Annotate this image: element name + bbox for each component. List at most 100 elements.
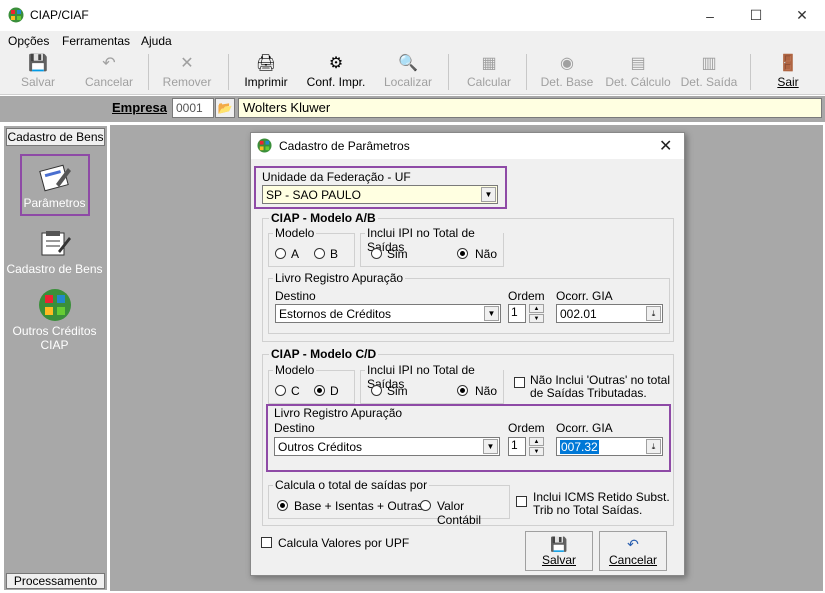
menu-ajuda[interactable]: Ajuda bbox=[141, 34, 172, 48]
radio-ab-ipi-nao[interactable] bbox=[457, 248, 468, 259]
sidebar-item-cadastro-bens[interactable]: Cadastro de Bens bbox=[4, 226, 105, 276]
company-code-field[interactable]: 0001 bbox=[172, 98, 214, 118]
ab-gia-field[interactable]: 002.01 ⤓ bbox=[556, 304, 663, 323]
menu-bar: Opções Ferramentas Ajuda bbox=[0, 31, 825, 50]
chevron-down-icon[interactable]: ▼ bbox=[484, 306, 499, 321]
parameters-icon bbox=[37, 160, 73, 194]
detail-base-icon: ◉ bbox=[560, 55, 574, 72]
uf-select[interactable]: SP - SAO PAULO ▼ bbox=[262, 185, 498, 204]
ciap-cd-group: CIAP - Modelo C/D Modelo C D Inclui IPI … bbox=[262, 347, 674, 527]
ciap-cd-title: CIAP - Modelo C/D bbox=[269, 347, 379, 361]
menu-ferramentas[interactable]: Ferramentas bbox=[62, 34, 130, 48]
radio-ab-ipi-sim[interactable] bbox=[371, 248, 382, 259]
undo-icon: ↶ bbox=[627, 535, 639, 552]
cd-ipi-group: Inclui IPI no Total de Saídas Sim Não bbox=[360, 363, 504, 404]
nao-inclui-outras-checkbox[interactable] bbox=[514, 377, 525, 388]
chevron-down-icon[interactable]: ▼ bbox=[481, 187, 496, 202]
lookup-arrow-icon[interactable]: ⤓ bbox=[646, 306, 661, 321]
radio-cd-ipi-sim[interactable] bbox=[371, 385, 382, 396]
ab-ordem-stepper[interactable]: ▲ ▼ bbox=[529, 304, 544, 323]
toolbar-separator bbox=[148, 54, 149, 90]
detail-base-toolbar-button[interactable]: ◉ Det. Base bbox=[536, 53, 598, 93]
app-logo-icon bbox=[8, 7, 24, 23]
cancel-toolbar-button[interactable]: ↶ Cancelar bbox=[78, 53, 140, 93]
print-config-toolbar-button[interactable]: ⚙ Conf. Impr. bbox=[302, 53, 370, 93]
radio-modelo-a[interactable] bbox=[275, 248, 286, 259]
folder-icon: 📂 bbox=[217, 101, 233, 115]
open-folder-button[interactable]: 📂 bbox=[215, 98, 235, 118]
cd-modelo-group: Modelo C D bbox=[268, 363, 355, 404]
radio-cd-ipi-nao[interactable] bbox=[457, 385, 468, 396]
remove-icon: ✕ bbox=[180, 55, 194, 72]
ciap-ab-title: CIAP - Modelo A/B bbox=[269, 211, 378, 225]
asset-register-icon bbox=[37, 226, 73, 260]
save-toolbar-button[interactable]: 💾 Salvar bbox=[8, 53, 68, 93]
cd-gia-field[interactable]: 007.32 ⤓ bbox=[556, 437, 663, 456]
print-toolbar-button[interactable]: 🖨 Imprimir bbox=[238, 53, 294, 93]
uf-label: Unidade da Federação - UF bbox=[262, 170, 411, 184]
chevron-down-icon[interactable]: ▼ bbox=[483, 439, 498, 454]
ab-destino-select[interactable]: Estornos de Créditos ▼ bbox=[275, 304, 501, 323]
minimize-button[interactable]: – bbox=[687, 0, 733, 31]
find-toolbar-button[interactable]: 🔍 Localizar bbox=[378, 53, 438, 93]
inclui-icms-checkbox[interactable] bbox=[516, 496, 527, 507]
company-bar: Empresa 0001 📂 Wolters Kluwer bbox=[0, 96, 825, 122]
save-icon: 💾 bbox=[28, 55, 48, 72]
search-icon: 🔍 bbox=[398, 55, 418, 72]
detail-calc-toolbar-button[interactable]: ▤ Det. Cálculo bbox=[603, 53, 673, 93]
window-title-bar: CIAP/CIAF – ☐ ✕ bbox=[0, 0, 825, 31]
lookup-arrow-icon[interactable]: ⤓ bbox=[646, 439, 661, 454]
other-credits-icon bbox=[37, 288, 73, 322]
calculate-icon: ▦ bbox=[481, 55, 497, 72]
detail-calc-icon: ▤ bbox=[630, 55, 646, 72]
cd-ordem-input[interactable]: 1 bbox=[508, 437, 526, 456]
upf-checkbox[interactable] bbox=[261, 537, 272, 548]
dialog-save-button[interactable]: 💾 Salvar bbox=[525, 531, 593, 571]
menu-opcoes[interactable]: Opções bbox=[8, 34, 49, 48]
save-icon: 💾 bbox=[550, 535, 568, 552]
sidebar-item-parametros[interactable]: Parâmetros bbox=[4, 154, 105, 216]
radio-modelo-b[interactable] bbox=[314, 248, 325, 259]
ab-ordem-input[interactable]: 1 bbox=[508, 304, 526, 323]
detail-output-icon: ▥ bbox=[701, 55, 717, 72]
radio-base-isentas-outras[interactable] bbox=[277, 500, 288, 511]
spin-up-icon[interactable]: ▲ bbox=[529, 304, 544, 313]
sidebar-header[interactable]: Cadastro de Bens bbox=[6, 128, 105, 146]
dialog-title: Cadastro de Parâmetros bbox=[279, 139, 410, 153]
uf-highlight: Unidade da Federação - UF SP - SAO PAULO… bbox=[254, 166, 507, 209]
dialog-cancel-button[interactable]: ↶ Cancelar bbox=[599, 531, 667, 571]
cd-livro-highlight: Livro Registro Apuração Destino Outros C… bbox=[266, 404, 671, 472]
printer-icon: 🖨 bbox=[255, 55, 277, 72]
printer-config-icon: ⚙ bbox=[328, 55, 344, 72]
cd-destino-select[interactable]: Outros Créditos ▼ bbox=[274, 437, 500, 456]
detail-output-toolbar-button[interactable]: ▥ Det. Saída bbox=[678, 53, 740, 93]
exit-toolbar-button[interactable]: 🚪 Sair bbox=[760, 53, 816, 93]
radio-modelo-d[interactable] bbox=[314, 385, 325, 396]
radio-modelo-c[interactable] bbox=[275, 385, 286, 396]
sidebar: Cadastro de Bens Parâmetros Cadastro de … bbox=[3, 125, 108, 591]
close-window-button[interactable]: ✕ bbox=[779, 0, 825, 31]
toolbar-separator bbox=[526, 54, 527, 90]
cd-ordem-stepper[interactable]: ▲ ▼ bbox=[529, 437, 544, 456]
ab-ipi-group: Inclui IPI no Total de Saídas Sim Não bbox=[360, 226, 504, 267]
dialog-close-button[interactable]: ✕ bbox=[659, 136, 672, 156]
maximize-button[interactable]: ☐ bbox=[733, 0, 779, 31]
radio-valor-contabil[interactable] bbox=[420, 500, 431, 511]
calcula-group: Calcula o total de saídas por Base + Ise… bbox=[268, 478, 510, 527]
toolbar-separator bbox=[448, 54, 449, 90]
parametros-dialog: Cadastro de Parâmetros ✕ Unidade da Fede… bbox=[250, 132, 685, 576]
remove-toolbar-button[interactable]: ✕ Remover bbox=[158, 53, 216, 93]
window-title: CIAP/CIAF bbox=[30, 8, 89, 22]
ab-modelo-group: Modelo A B bbox=[268, 226, 355, 267]
exit-door-icon: 🚪 bbox=[778, 55, 798, 72]
dialog-title-bar: Cadastro de Parâmetros ✕ bbox=[251, 133, 684, 159]
toolbar: 💾 Salvar ↶ Cancelar ✕ Remover 🖨 Imprimir… bbox=[0, 50, 825, 95]
spin-down-icon[interactable]: ▼ bbox=[529, 447, 544, 456]
sidebar-item-outros-creditos[interactable]: Outros Créditos CIAP bbox=[4, 288, 105, 352]
toolbar-separator bbox=[228, 54, 229, 90]
spin-down-icon[interactable]: ▼ bbox=[529, 314, 544, 323]
calculate-toolbar-button[interactable]: ▦ Calcular bbox=[460, 53, 518, 93]
sidebar-footer[interactable]: Processamento bbox=[6, 573, 105, 589]
spin-up-icon[interactable]: ▲ bbox=[529, 437, 544, 446]
upf-label: Calcula Valores por UPF bbox=[278, 536, 410, 550]
